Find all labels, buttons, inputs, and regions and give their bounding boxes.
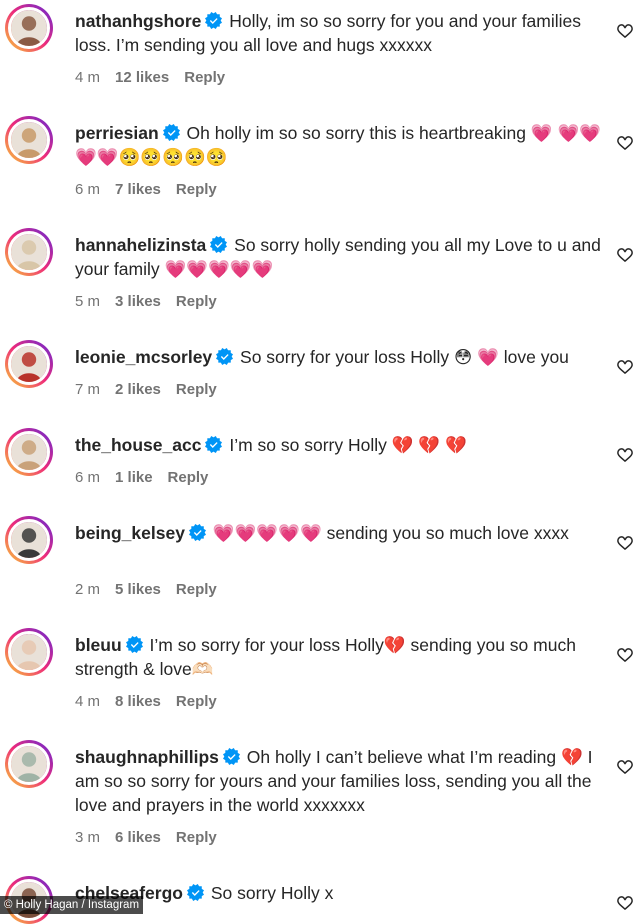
- comment-likes[interactable]: 5 likes: [115, 581, 161, 598]
- comment-likes[interactable]: 2 likes: [115, 381, 161, 398]
- comment-time: 6 m: [75, 181, 101, 198]
- comment-meta: 4 m 12 likes Reply: [75, 68, 240, 88]
- comment-likes[interactable]: 7 likes: [115, 181, 161, 198]
- avatar[interactable]: [5, 428, 53, 476]
- avatar[interactable]: [5, 116, 53, 164]
- comment-likes[interactable]: 1 like: [115, 469, 153, 486]
- verified-badge-icon: [222, 748, 240, 765]
- like-heart-icon[interactable]: [616, 22, 634, 40]
- comment-likes[interactable]: 6 likes: [115, 829, 161, 846]
- comment-body: hannahelizinsta So sorry holly sending y…: [75, 233, 605, 281]
- reply-button[interactable]: Reply: [184, 69, 225, 86]
- reply-button[interactable]: Reply: [176, 181, 217, 198]
- comment-username[interactable]: nathanhgshore: [75, 11, 201, 31]
- comment-text: So sorry for your loss Holly 😳 💗 love yo…: [240, 347, 569, 367]
- comment-time: 5 m: [75, 293, 101, 310]
- like-heart-icon[interactable]: [616, 758, 634, 776]
- comment-username[interactable]: leonie_mcsorley: [75, 347, 212, 367]
- comment-text: So sorry Holly x: [210, 883, 334, 903]
- comment-time: 3 m: [75, 829, 101, 846]
- like-heart-icon[interactable]: [616, 534, 634, 552]
- reply-button[interactable]: Reply: [176, 293, 217, 310]
- comment-meta: 7 m 2 likes Reply: [75, 380, 232, 400]
- verified-badge-icon: [216, 348, 234, 365]
- avatar[interactable]: [5, 628, 53, 676]
- comment-body: bleuu I’m so sorry for your loss Holly💔 …: [75, 633, 605, 681]
- avatar-image: [8, 631, 50, 673]
- comment-username[interactable]: perriesian: [75, 123, 159, 143]
- comment-body: being_kelsey 💗💗💗💗💗 sending you so much l…: [75, 521, 605, 545]
- comment-likes[interactable]: 8 likes: [115, 693, 161, 710]
- avatar[interactable]: [5, 228, 53, 276]
- verified-badge-icon: [205, 436, 223, 453]
- verified-badge-icon: [162, 124, 180, 141]
- like-heart-icon[interactable]: [616, 646, 634, 664]
- comment-time: 4 m: [75, 69, 101, 86]
- comment-meta: 3 m 6 likes Reply: [75, 828, 232, 848]
- comment-username[interactable]: the_house_acc: [75, 435, 201, 455]
- verified-badge-icon: [186, 884, 204, 901]
- avatar-image: [8, 343, 50, 385]
- comment-meta: 6 m 1 like Reply: [75, 468, 223, 488]
- comment-likes[interactable]: 12 likes: [115, 69, 169, 86]
- verified-badge-icon: [188, 524, 206, 541]
- photo-credit: © Holly Hagan / Instagram: [0, 896, 144, 914]
- comment-time: 7 m: [75, 381, 101, 398]
- avatar[interactable]: [5, 516, 53, 564]
- comment-body: chelseafergo So sorry Holly x: [75, 881, 605, 905]
- comment-username[interactable]: shaughnaphillips: [75, 747, 219, 767]
- like-heart-icon[interactable]: [616, 246, 634, 264]
- avatar-image: [8, 119, 50, 161]
- comment-text: I’m so so sorry Holly 💔 💔 💔: [229, 435, 467, 455]
- avatar-image: [8, 7, 50, 49]
- avatar-image: [8, 231, 50, 273]
- comment-body: shaughnaphillips Oh holly I can’t believ…: [75, 745, 605, 817]
- comment-text: 💗💗💗💗💗 sending you so much love xxxx: [212, 523, 569, 543]
- reply-button[interactable]: Reply: [176, 693, 217, 710]
- comment-meta: 5 m 3 likes Reply: [75, 292, 232, 312]
- comment-meta: 2 m 5 likes Reply: [75, 580, 232, 600]
- comment-meta: 6 m 7 likes Reply: [75, 180, 232, 200]
- comment-body: perriesian Oh holly im so so sorry this …: [75, 121, 605, 169]
- comment-body: the_house_acc I’m so so sorry Holly 💔 💔 …: [75, 433, 605, 457]
- comment-likes[interactable]: 3 likes: [115, 293, 161, 310]
- like-heart-icon[interactable]: [616, 134, 634, 152]
- avatar-image: [8, 743, 50, 785]
- avatar-image: [8, 519, 50, 561]
- comment-username[interactable]: hannahelizinsta: [75, 235, 206, 255]
- comment-username[interactable]: being_kelsey: [75, 523, 185, 543]
- comment-username[interactable]: bleuu: [75, 635, 122, 655]
- like-heart-icon[interactable]: [616, 358, 634, 376]
- comment-time: 2 m: [75, 581, 101, 598]
- comment-time: 6 m: [75, 469, 101, 486]
- reply-button[interactable]: Reply: [176, 829, 217, 846]
- avatar[interactable]: [5, 4, 53, 52]
- comment-meta: 4 m 8 likes Reply: [75, 692, 232, 712]
- reply-button[interactable]: Reply: [176, 581, 217, 598]
- verified-badge-icon: [210, 236, 228, 253]
- avatar[interactable]: [5, 340, 53, 388]
- comment-body: leonie_mcsorley So sorry for your loss H…: [75, 345, 605, 369]
- reply-button[interactable]: Reply: [176, 381, 217, 398]
- verified-badge-icon: [205, 12, 223, 29]
- comment-time: 4 m: [75, 693, 101, 710]
- verified-badge-icon: [125, 636, 143, 653]
- like-heart-icon[interactable]: [616, 894, 634, 912]
- comment-text: I’m so sorry for your loss Holly💔 sendin…: [75, 635, 576, 679]
- like-heart-icon[interactable]: [616, 446, 634, 464]
- avatar[interactable]: [5, 740, 53, 788]
- reply-button[interactable]: Reply: [168, 469, 209, 486]
- comment-body: nathanhgshore Holly, im so so sorry for …: [75, 9, 605, 57]
- avatar-image: [8, 431, 50, 473]
